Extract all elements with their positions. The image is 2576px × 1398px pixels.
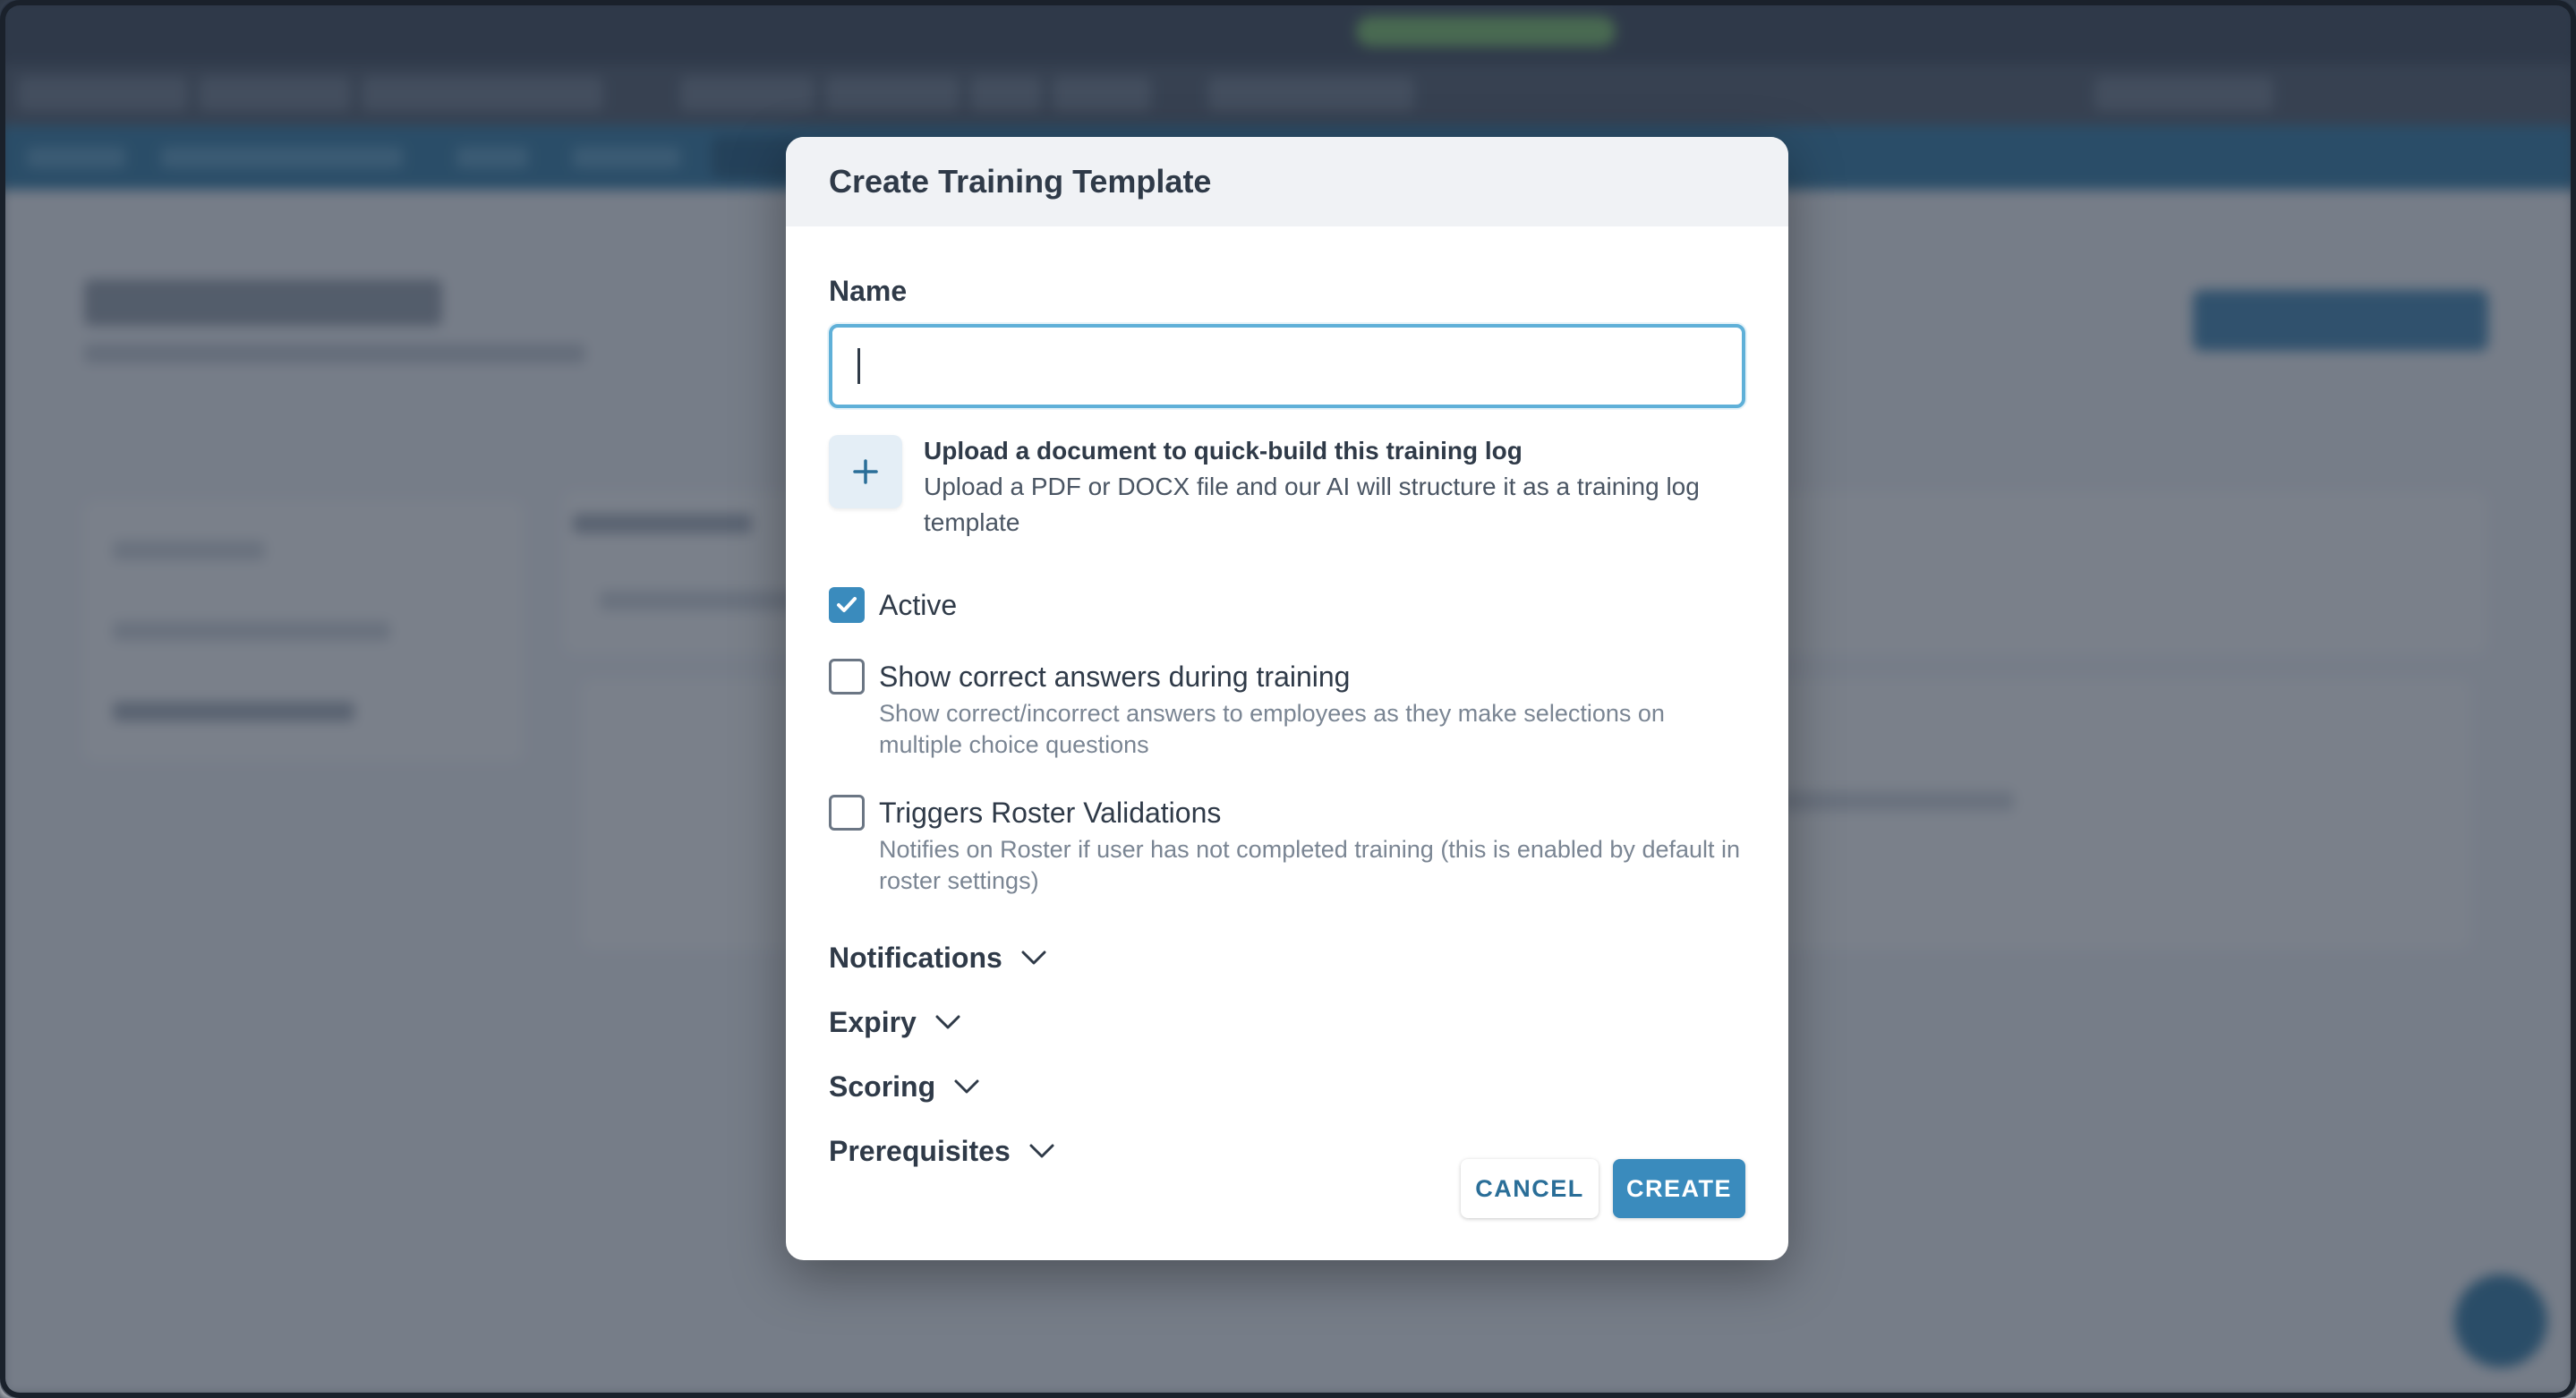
expiry-section-label: Expiry [829,1005,917,1038]
checkmark-icon [837,597,857,612]
dialog-body: Name Upload a document to quick-build th… [786,275,1788,1172]
dialog-title: Create Training Template [829,163,1212,200]
show-correct-answers-checkbox[interactable] [829,659,865,695]
show-correct-answers-label: Show correct answers during training [879,661,1351,693]
name-input[interactable] [859,349,1717,383]
name-field[interactable] [829,324,1745,408]
create-button[interactable]: CREATE [1613,1159,1745,1218]
chevron-down-icon [1029,1144,1054,1158]
dialog-header: Create Training Template [786,137,1788,226]
triggers-roster-validations-checkbox[interactable] [829,795,865,831]
show-correct-answers-description: Show correct/incorrect answers to employ… [879,700,1665,758]
plus-icon [853,459,878,484]
create-training-template-dialog: Create Training Template Name Upload a d… [786,137,1788,1260]
upload-description: Upload a PDF or DOCX file and our AI wil… [924,473,1700,536]
upload-document-button[interactable] [829,435,902,508]
triggers-roster-validations-label: Triggers Roster Validations [879,797,1222,829]
notifications-section-toggle[interactable]: Notifications [829,936,1745,979]
scoring-section-toggle[interactable]: Scoring [829,1065,1745,1108]
chevron-down-icon [1021,950,1046,965]
upload-text: Upload a document to quick-build this tr… [924,435,1711,541]
chevron-down-icon [954,1079,979,1094]
dialog-actions: CANCEL CREATE [1461,1159,1745,1218]
chevron-down-icon [935,1015,960,1029]
expiry-section-toggle[interactable]: Expiry [829,1001,1745,1044]
active-checkbox[interactable] [829,587,865,623]
active-option[interactable]: Active [829,587,1745,623]
cancel-button[interactable]: CANCEL [1461,1159,1599,1218]
triggers-roster-validations-option[interactable]: Triggers Roster Validations Notifies on … [829,795,1745,897]
active-label: Active [879,589,958,621]
name-label: Name [829,275,908,307]
prerequisites-section-label: Prerequisites [829,1134,1011,1167]
notifications-section-label: Notifications [829,941,1002,974]
show-correct-answers-option[interactable]: Show correct answers during training Sho… [829,659,1745,761]
triggers-roster-validations-description: Notifies on Roster if user has not compl… [879,836,1741,894]
upload-document-row: Upload a document to quick-build this tr… [829,435,1745,541]
scoring-section-label: Scoring [829,1070,936,1103]
upload-title: Upload a document to quick-build this tr… [924,437,1523,465]
